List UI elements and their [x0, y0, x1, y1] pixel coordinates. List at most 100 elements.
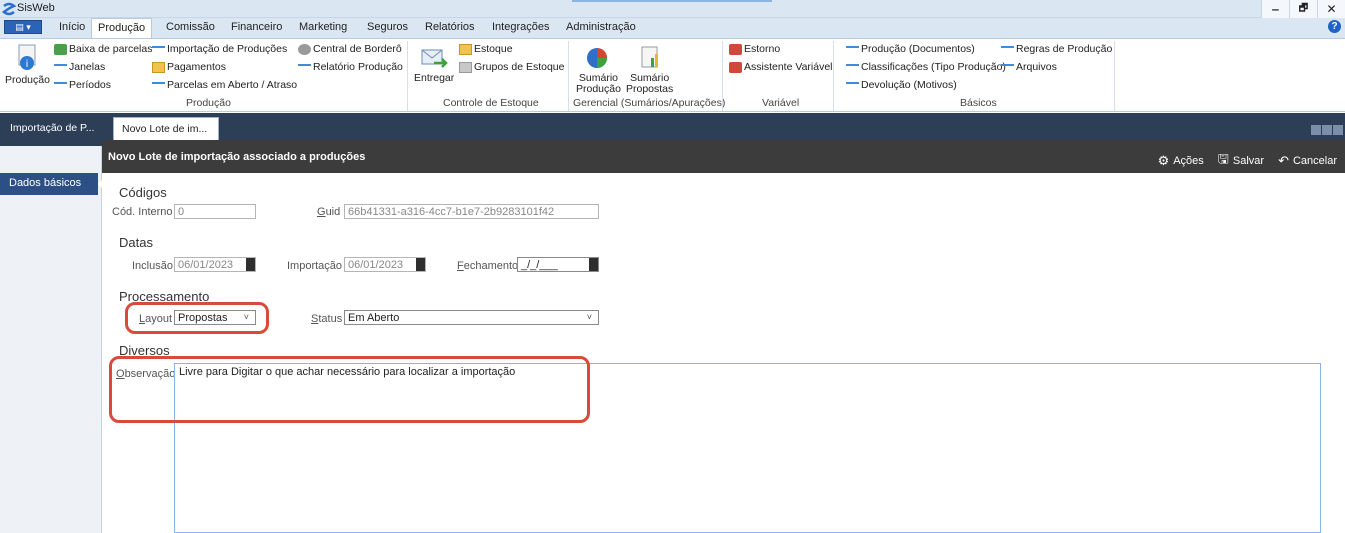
doc-tab-novo-lote[interactable]: Novo Lote de im...: [113, 117, 219, 140]
producao-documentos-icon: [846, 46, 859, 48]
producao-documentos-label: Produção (Documentos): [861, 43, 975, 55]
close-button[interactable]: ✕: [1317, 0, 1345, 18]
datas-heading: Datas: [119, 235, 153, 250]
assistente-icon: [729, 61, 742, 73]
tab-inicio[interactable]: Início: [59, 21, 85, 33]
producao-documentos-item[interactable]: Produção (Documentos): [846, 43, 975, 55]
form-content: Códigos Cód. Interno 0 Guid 66b41331-a31…: [102, 173, 1345, 533]
pagamentos-label: Pagamentos: [167, 61, 226, 73]
arquivos-item[interactable]: Arquivos: [1001, 61, 1057, 73]
tab-comissao[interactable]: Comissão: [166, 21, 215, 33]
arquivos-icon: [1001, 64, 1014, 66]
tab-relatorios[interactable]: Relatórios: [425, 21, 475, 33]
tab-scroll-left-icon[interactable]: [1311, 125, 1321, 135]
salvar-label: Salvar: [1232, 155, 1265, 167]
save-icon: 🖫: [1217, 151, 1229, 166]
central-bordero-label: Central de Borderô: [313, 43, 402, 55]
cod-interno-field[interactable]: 0: [174, 204, 256, 219]
producao-group-label: Produção: [186, 97, 231, 109]
help-icon[interactable]: ?: [1328, 20, 1341, 33]
tab-administracao[interactable]: Administração: [566, 21, 636, 33]
estorno-label: Estorno: [744, 43, 781, 55]
basicos-group-label: Básicos: [960, 97, 997, 109]
periodos-item[interactable]: Períodos: [54, 79, 111, 91]
sumario-propostas-button[interactable]: Sumário Propostas: [626, 45, 673, 95]
relatorio-producao-item[interactable]: Relatório Produção: [298, 61, 403, 73]
estorno-item[interactable]: Estorno: [729, 43, 780, 55]
entregar-button[interactable]: Entregar: [414, 47, 454, 84]
tab-marketing[interactable]: Marketing: [299, 21, 347, 33]
devolucao-item[interactable]: Devolução (Motivos): [846, 79, 957, 91]
guid-field[interactable]: 66b41331-a316-4cc7-b1e7-2b9283101f42: [344, 204, 599, 219]
importacao-producoes-item[interactable]: Importação de Produções: [152, 43, 287, 55]
calendar-dropdown-icon[interactable]: [416, 258, 425, 271]
observacao-highlight: [109, 356, 590, 423]
entregar-label: Entregar: [414, 72, 455, 84]
inclusao-date-field[interactable]: 06/01/2023: [174, 257, 256, 272]
group-separator: [833, 41, 834, 111]
tab-seguros[interactable]: Seguros: [367, 21, 408, 33]
tab-integracoes[interactable]: Integrações: [492, 21, 549, 33]
janelas-icon: [54, 64, 67, 66]
status-label: Status: [311, 313, 343, 325]
relatorio-producao-label: Relatório Produção: [313, 61, 403, 73]
janelas-item[interactable]: Janelas: [54, 61, 105, 73]
calendar-dropdown-icon[interactable]: [246, 258, 255, 271]
importacao-date-field[interactable]: 06/01/2023: [344, 257, 426, 272]
cancelar-button[interactable]: ↶ Cancelar: [1278, 150, 1337, 172]
group-separator: [722, 41, 723, 111]
relatorio-icon: [298, 64, 311, 66]
calendar-dropdown-icon[interactable]: [589, 258, 598, 271]
estoque-group-label: Controle de Estoque: [443, 97, 539, 109]
acoes-button[interactable]: ⚙ Ações: [1158, 150, 1204, 172]
estorno-icon: [729, 43, 742, 55]
importacao-label: Importação: [287, 260, 343, 272]
sumario-producao-button[interactable]: Sumário Produção: [576, 45, 621, 95]
parcelas-aberto-item[interactable]: Parcelas em Aberto / Atraso: [152, 79, 297, 91]
app-logo-icon: [2, 2, 16, 16]
guid-label: Guid: [317, 206, 341, 218]
producao-big-button[interactable]: i Produção: [5, 43, 50, 86]
regras-icon: [1001, 46, 1014, 48]
classificacoes-label: Classificações (Tipo Produção): [861, 61, 1006, 73]
group-separator: [1114, 41, 1115, 111]
app-menu-button[interactable]: ▤ ▾: [4, 20, 42, 34]
periodos-icon: [54, 82, 67, 84]
tab-scroll-right-icon[interactable]: [1322, 125, 1332, 135]
undo-icon: ↶: [1278, 153, 1289, 168]
fechamento-label: Fechamento: [457, 260, 519, 272]
devolucao-icon: [846, 82, 859, 84]
tab-list-icon[interactable]: [1333, 125, 1343, 135]
status-select[interactable]: Em Aberto ˅: [344, 310, 599, 325]
title-accent: [572, 0, 772, 2]
tab-financeiro[interactable]: Financeiro: [231, 21, 282, 33]
restore-button[interactable]: 🗗: [1289, 0, 1317, 18]
check-icon: [54, 43, 67, 55]
doc-tab-importacao[interactable]: Importação de P...: [2, 117, 102, 140]
salvar-button[interactable]: 🖫 Salvar: [1218, 150, 1264, 172]
estoque-icon: [459, 43, 472, 55]
central-bordero-item[interactable]: Central de Borderô: [298, 43, 402, 55]
classificacoes-item[interactable]: Classificações (Tipo Produção): [846, 61, 1006, 73]
grupos-estoque-item[interactable]: Grupos de Estoque: [459, 61, 564, 73]
fechamento-date-field[interactable]: _/_/___: [517, 257, 599, 272]
minimize-button[interactable]: ‒: [1261, 0, 1289, 18]
grupos-estoque-label: Grupos de Estoque: [474, 61, 565, 73]
chevron-down-icon: ˅: [586, 312, 592, 322]
regras-producao-item[interactable]: Regras de Produção: [1001, 43, 1112, 55]
periodos-label: Períodos: [69, 79, 112, 91]
pagamentos-item[interactable]: Pagamentos: [152, 61, 226, 73]
inclusao-label: Inclusão: [132, 260, 173, 272]
form-header: Novo Lote de importação associado a prod…: [102, 140, 1345, 173]
tab-producao[interactable]: Produção: [91, 18, 153, 39]
dados-basicos-tab[interactable]: Dados básicos: [0, 173, 105, 195]
group-separator: [568, 41, 569, 111]
gear-icon: ⚙: [1157, 153, 1170, 168]
baixa-parcelas-item[interactable]: Baixa de parcelas: [54, 43, 152, 55]
menu-bar: ▤ ▾ Início Produção Comissão Financeiro …: [0, 18, 1345, 39]
codigos-heading: Códigos: [119, 185, 167, 200]
sumario-propostas-line2: Propostas: [626, 83, 674, 95]
assistente-variavel-item[interactable]: Assistente Variável: [729, 61, 833, 73]
grupos-icon: [459, 61, 472, 73]
estoque-item[interactable]: Estoque: [459, 43, 513, 55]
